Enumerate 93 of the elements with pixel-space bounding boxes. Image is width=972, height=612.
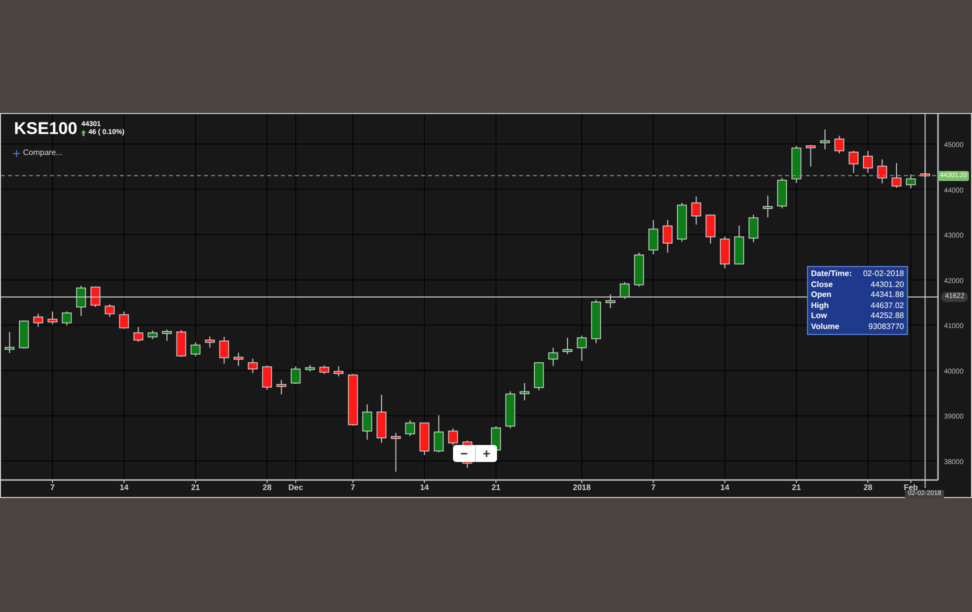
candlestick <box>33 313 44 328</box>
candlestick <box>720 236 730 270</box>
candlestick <box>648 220 658 255</box>
candlestick <box>290 366 301 384</box>
compare-button[interactable]: Compare... <box>13 148 63 158</box>
tooltip-label: High <box>811 300 829 311</box>
candlestick <box>762 195 773 218</box>
x-axis-label: 14 <box>420 483 429 492</box>
x-axis-label: 2018 <box>572 483 591 492</box>
tooltip-label: Volume <box>811 322 840 332</box>
candlestick <box>576 335 587 362</box>
x-axis-label: 7 <box>651 483 656 492</box>
candlestick <box>162 329 172 342</box>
candlestick <box>4 331 14 354</box>
x-axis-label: Feb <box>904 483 918 492</box>
x-axis-label: Dec <box>288 483 304 492</box>
candlestick <box>562 337 572 355</box>
candlestick <box>906 174 916 189</box>
candlestick <box>548 347 558 366</box>
candlestick <box>505 390 516 429</box>
x-axis-label: 28 <box>262 483 272 492</box>
candlestick <box>863 150 873 174</box>
candlestick <box>219 336 230 364</box>
candlestick <box>334 366 344 377</box>
x-axis-label: 14 <box>720 483 730 492</box>
candlestick <box>204 336 215 348</box>
x-axis-label: 7 <box>350 483 356 492</box>
candlestick <box>662 220 673 254</box>
tooltip-label: Open <box>811 290 832 300</box>
candlestick <box>133 326 144 342</box>
candlestick <box>405 420 416 437</box>
zoom-out-button[interactable]: − <box>453 445 475 462</box>
candlestick <box>76 285 86 317</box>
candlestick <box>734 225 744 264</box>
tooltip-label: Low <box>811 311 827 322</box>
candlestick <box>319 364 330 375</box>
candlestick <box>848 150 858 174</box>
candlestick <box>62 311 72 326</box>
candlestick <box>390 432 401 472</box>
candlestick <box>820 129 830 150</box>
candlestick <box>606 294 616 308</box>
candlestick <box>276 379 286 395</box>
candlestick <box>892 162 902 188</box>
tooltip-value: 02-02-2018 <box>863 269 904 280</box>
candlestick <box>305 364 315 372</box>
tooltip-label: Date/Time: <box>811 269 852 280</box>
candlestick <box>19 320 29 350</box>
x-axis-label: 21 <box>792 483 801 492</box>
x-axis-label: 28 <box>863 483 872 492</box>
candlestick <box>362 404 372 440</box>
x-axis-label: 21 <box>492 483 500 492</box>
candlestick <box>620 282 630 300</box>
candlestick <box>748 214 758 243</box>
candlestick <box>806 144 816 168</box>
candlestick <box>234 352 244 366</box>
candlestick <box>706 214 716 244</box>
x-axis-label: 21 <box>191 483 200 492</box>
candlestick <box>376 394 386 444</box>
x-axis-label: 14 <box>120 483 128 492</box>
tooltip-label: Close <box>811 280 833 290</box>
tooltip-value: 44637.02 <box>870 300 904 311</box>
candlestick <box>176 330 186 358</box>
candlestick <box>591 299 601 344</box>
candlestick <box>677 202 687 242</box>
candlestick <box>834 135 844 154</box>
candlestick <box>104 304 115 318</box>
candlestick <box>420 422 430 456</box>
candlestick <box>534 362 544 391</box>
candlestick <box>190 342 200 357</box>
candlestick <box>262 364 272 390</box>
candlestick <box>119 311 129 330</box>
candlestick <box>48 311 58 325</box>
candlestick <box>448 428 458 446</box>
candlestick <box>691 196 702 226</box>
index-symbol: KSE100 <box>14 119 78 139</box>
x-axis-label: 7 <box>50 483 55 492</box>
candlestick <box>634 252 644 288</box>
candlestick <box>791 145 802 184</box>
candlestick <box>248 358 258 374</box>
zoom-in-button[interactable]: + <box>475 445 497 462</box>
up-arrow-icon <box>81 130 86 136</box>
candlestick <box>877 158 888 184</box>
candlestick <box>148 330 158 340</box>
tooltip-value: 93083770 <box>868 322 904 332</box>
candlestick <box>348 374 358 426</box>
candlestick <box>520 382 530 401</box>
tooltip-value: 44341.88 <box>870 290 904 300</box>
candlestick <box>90 286 100 308</box>
tooltip-value: 44252.88 <box>870 311 904 322</box>
candlestick <box>777 177 787 209</box>
candlestick <box>434 414 444 453</box>
plus-icon <box>13 150 20 156</box>
tooltip-value: 44301.20 <box>870 280 904 290</box>
